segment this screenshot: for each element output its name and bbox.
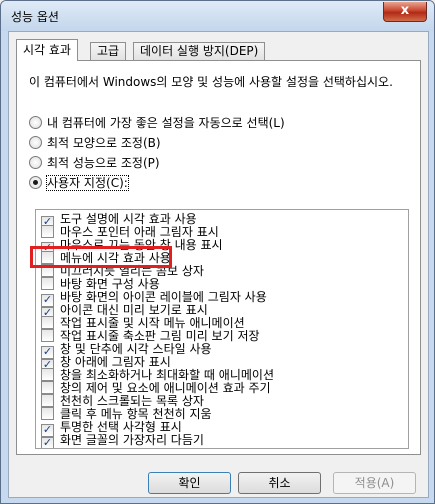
effect-item[interactable]: 미끄러지듯 열리는 콤보 상자 bbox=[41, 264, 204, 278]
checkbox[interactable] bbox=[41, 264, 54, 277]
radio-custom[interactable]: 사용자 지정(C): bbox=[29, 175, 129, 191]
apply-button[interactable]: 적용(A) bbox=[333, 472, 416, 494]
effect-item[interactable]: 창의 제어 및 요소에 애니메이션 효과 주기 bbox=[41, 381, 271, 395]
visual-effects-panel: 이 컴퓨터에서 Windows의 모양 및 성능에 사용할 설정을 선택하십시오… bbox=[16, 60, 421, 455]
title-bar[interactable]: 성능 옵션 x bbox=[1, 1, 434, 31]
ok-button[interactable]: 확인 bbox=[148, 472, 231, 494]
cancel-button[interactable]: 취소 bbox=[238, 472, 321, 494]
radio-best-performance[interactable]: 최적 성능으로 조정(P) bbox=[29, 155, 160, 171]
effect-label: 메뉴에 시각 효과 사용 bbox=[60, 251, 171, 265]
check-icon: ✓ bbox=[42, 436, 53, 449]
radio-label: 최적 모양으로 조정(B) bbox=[47, 136, 161, 150]
effect-label: 아이콘 대신 미리 보기로 표시 bbox=[60, 303, 208, 317]
tab-dep[interactable]: 데이터 실행 방지(DEP) bbox=[133, 42, 266, 60]
close-button[interactable]: x bbox=[383, 2, 427, 22]
checkbox[interactable] bbox=[41, 368, 54, 381]
effects-checklist[interactable]: ✓ 도구 설명에 시각 효과 사용 마우스 포인터 아래 그림자 표시 ✓ 마우스로 끄… bbox=[35, 209, 409, 449]
radio-button[interactable] bbox=[29, 136, 42, 149]
radio-label: 사용자 지정(C): bbox=[46, 175, 129, 191]
close-icon: x bbox=[400, 3, 410, 18]
radio-label: 내 컴퓨터에 가장 좋은 설정을 자동으로 선택(L) bbox=[47, 116, 285, 130]
effect-item[interactable]: 작업 표시줄 및 시작 메뉴 애니메이션 bbox=[41, 316, 245, 330]
effect-label: 마우스로 끄는 동안 창 내용 표시 bbox=[60, 238, 223, 252]
effect-label: 도구 설명에 시각 효과 사용 bbox=[60, 212, 197, 226]
effect-label: 바탕 화면 구성 사용 bbox=[60, 277, 160, 291]
checkbox-checked[interactable]: ✓ bbox=[41, 436, 54, 449]
effect-label: 미끄러지듯 열리는 콤보 상자 bbox=[60, 264, 204, 278]
effect-item[interactable]: 클릭 후 메뉴 항목 천천히 지움 bbox=[41, 407, 212, 421]
radio-label: 최적 성능으로 조정(P) bbox=[47, 156, 160, 170]
effect-label: 작업 표시줄 축소판 그림 미리 보기 저장 bbox=[60, 329, 260, 343]
effect-item[interactable]: ✓ 마우스로 끄는 동안 창 내용 표시 bbox=[41, 238, 223, 255]
effect-item[interactable]: ✓ 바탕 화면의 아이콘 레이블에 그림자 사용 bbox=[41, 290, 267, 307]
checkbox[interactable] bbox=[41, 381, 54, 394]
radio-auto-select[interactable]: 내 컴퓨터에 가장 좋은 설정을 자동으로 선택(L) bbox=[29, 115, 285, 131]
checkbox[interactable] bbox=[41, 277, 54, 290]
checkbox[interactable] bbox=[41, 225, 54, 238]
effect-label: 투명한 선택 사각형 표시 bbox=[60, 420, 182, 434]
effect-item[interactable]: ✓ 도구 설명에 시각 효과 사용 bbox=[41, 212, 197, 229]
radio-button[interactable] bbox=[29, 156, 42, 169]
performance-options-dialog: 성능 옵션 x 시각 효과 고급 데이터 실행 방지(DEP) 이 컴퓨터에서 … bbox=[0, 0, 435, 504]
checkbox[interactable] bbox=[41, 407, 54, 420]
description-text: 이 컴퓨터에서 Windows의 모양 및 성능에 사용할 설정을 선택하십시오… bbox=[29, 75, 393, 89]
effect-item[interactable]: 마우스 포인터 아래 그림자 표시 bbox=[41, 225, 219, 239]
effect-label: 창을 최소화하거나 최대화할 때 애니메이션 bbox=[60, 368, 274, 382]
effect-label: 마우스 포인터 아래 그림자 표시 bbox=[60, 225, 219, 239]
effect-item[interactable]: 작업 표시줄 축소판 그림 미리 보기 저장 bbox=[41, 329, 260, 343]
effect-label: 바탕 화면의 아이콘 레이블에 그림자 사용 bbox=[60, 290, 267, 304]
checkbox[interactable] bbox=[41, 316, 54, 329]
radio-best-appearance[interactable]: 최적 모양으로 조정(B) bbox=[29, 135, 161, 151]
effect-label: 창 아래에 그림자 표시 bbox=[60, 355, 171, 369]
tab-visual-effects[interactable]: 시각 효과 bbox=[16, 39, 78, 61]
effect-label: 클릭 후 메뉴 항목 천천히 지움 bbox=[60, 407, 212, 421]
effect-label: 화면 글꼴의 가장자리 다듬기 bbox=[60, 433, 204, 447]
checkbox[interactable] bbox=[41, 251, 54, 264]
checkbox[interactable] bbox=[41, 329, 54, 342]
effect-item[interactable]: ✓ 투명한 선택 사각형 표시 bbox=[41, 420, 182, 437]
effect-label: 작업 표시줄 및 시작 메뉴 애니메이션 bbox=[60, 316, 245, 330]
tab-label: 시각 효과 bbox=[23, 43, 71, 57]
radio-button[interactable] bbox=[29, 116, 42, 129]
effect-item[interactable]: 천천히 스크롤되는 목록 상자 bbox=[41, 394, 204, 408]
tab-label: 데이터 실행 방지(DEP) bbox=[140, 44, 259, 58]
effect-item[interactable]: ✓ 창 아래에 그림자 표시 bbox=[41, 355, 171, 372]
effect-item[interactable]: 바탕 화면 구성 사용 bbox=[41, 277, 160, 291]
effect-label: 창 및 단추에 시각 스타일 사용 bbox=[60, 342, 212, 356]
effect-item[interactable]: 메뉴에 시각 효과 사용 bbox=[41, 251, 171, 265]
tab-label: 고급 bbox=[97, 44, 120, 58]
window-title: 성능 옵션 bbox=[11, 10, 59, 24]
effect-item[interactable]: 창을 최소화하거나 최대화할 때 애니메이션 bbox=[41, 368, 274, 382]
radio-button-selected[interactable] bbox=[29, 176, 42, 189]
checkbox[interactable] bbox=[41, 394, 54, 407]
effect-item[interactable]: ✓ 아이콘 대신 미리 보기로 표시 bbox=[41, 303, 208, 320]
tab-advanced[interactable]: 고급 bbox=[90, 42, 127, 60]
effect-item[interactable]: ✓ 창 및 단추에 시각 스타일 사용 bbox=[41, 342, 212, 359]
effect-label: 천천히 스크롤되는 목록 상자 bbox=[60, 394, 204, 408]
effect-label: 창의 제어 및 요소에 애니메이션 효과 주기 bbox=[60, 381, 271, 395]
effect-item[interactable]: ✓ 화면 글꼴의 가장자리 다듬기 bbox=[41, 433, 204, 449]
dialog-client-area: 시각 효과 고급 데이터 실행 방지(DEP) 이 컴퓨터에서 Windows의… bbox=[8, 31, 429, 498]
